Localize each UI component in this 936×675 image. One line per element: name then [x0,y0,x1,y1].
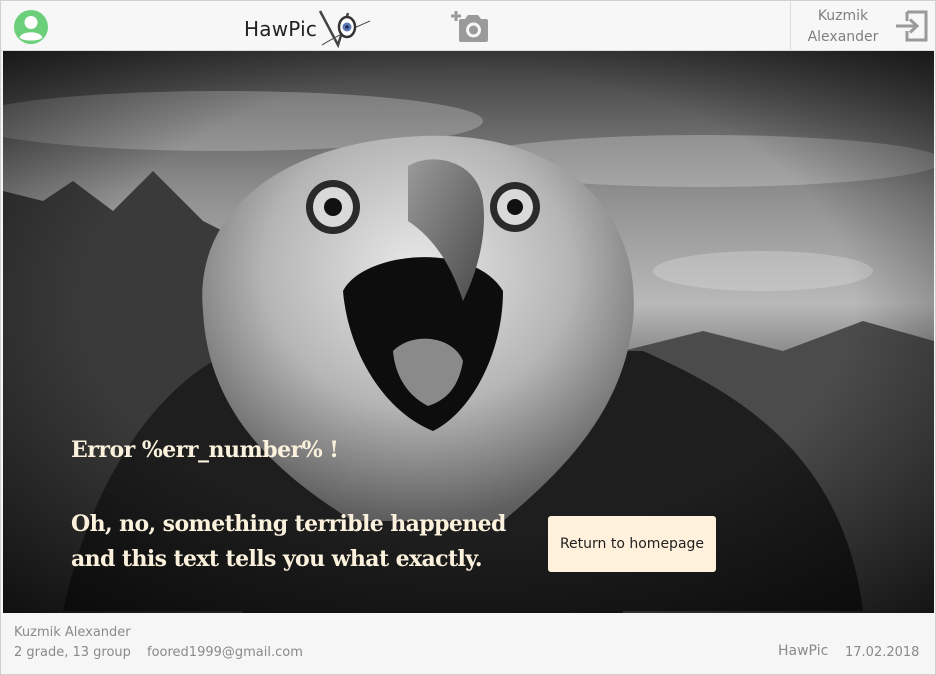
user-name[interactable]: Kuzmik Alexander [791,6,895,48]
error-hero: Error %err_number% ! Oh, no, something t… [3,51,934,613]
error-message-line: and this text tells you what exactly. [71,546,483,572]
user-first-name: Kuzmik [817,8,869,24]
error-message: Oh, no, something terrible happened and … [71,507,541,577]
footer-grade: 2 grade, 13 group [14,645,131,660]
logo-emblem-icon [318,10,371,49]
footer-author: Kuzmik Alexander [14,625,131,640]
logo[interactable]: HawPic [244,5,374,49]
footer-email-link[interactable]: foored1999@gmail.com [147,645,303,660]
footer-brand: HawPic [778,643,829,659]
top-bar: HawPic Kuzmik Alexander [1,1,935,51]
error-title: Error %err_number% ! [71,437,339,463]
user-box: Kuzmik Alexander [790,1,936,50]
error-message-line: Oh, no, something terrible happened [71,511,506,537]
add-photo-camera-icon[interactable] [449,9,491,45]
logo-text: HawPic [244,17,318,41]
user-last-name: Alexander [807,29,879,45]
footer: Kuzmik Alexander 2 grade, 13 group foore… [1,614,935,674]
return-to-homepage-button[interactable]: Return to homepage [548,516,716,572]
logout-icon[interactable] [894,9,930,43]
user-circle-icon[interactable] [13,9,49,45]
footer-date: 17.02.2018 [845,645,920,660]
